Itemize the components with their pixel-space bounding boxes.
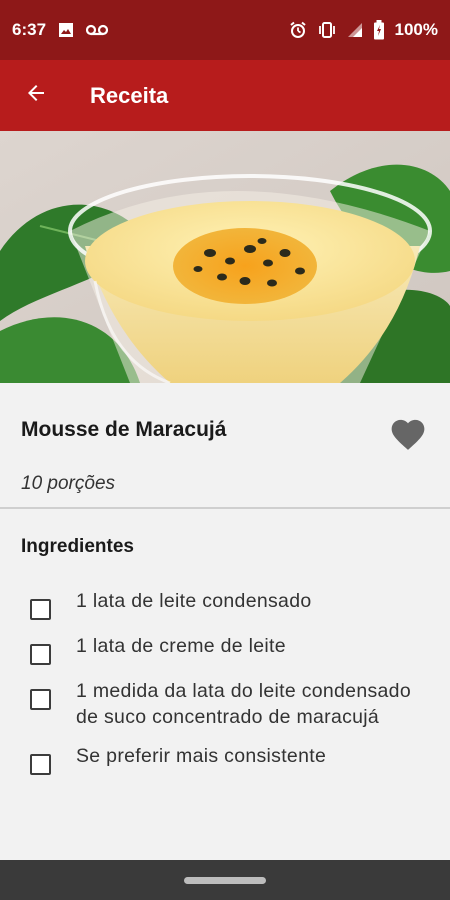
ingredient-label: 1 lata de creme de leite xyxy=(76,635,286,657)
recipe-title: Mousse de Maracujá xyxy=(21,418,227,441)
ingredient-checkbox[interactable] xyxy=(30,754,51,775)
ingredient-label: 1 medida da lata do leite condensado de … xyxy=(76,680,411,728)
favorite-button[interactable] xyxy=(386,414,430,456)
back-button[interactable] xyxy=(0,60,72,131)
recipe-image xyxy=(0,131,450,383)
arrow-back-icon xyxy=(24,81,48,110)
heart-icon xyxy=(388,415,428,456)
battery-icon xyxy=(373,20,385,40)
battery-percent: 100% xyxy=(394,20,438,39)
ingredient-checkbox[interactable] xyxy=(30,599,51,620)
status-bar: 6:37 100% xyxy=(0,0,450,60)
ingredient-label: Se preferir mais consistente xyxy=(76,745,327,767)
ingredient-checkbox[interactable] xyxy=(30,689,51,710)
servings-text: 10 porções xyxy=(21,473,116,494)
system-nav-bar xyxy=(0,860,450,900)
vibrate-icon xyxy=(317,21,337,39)
app-bar: Receita xyxy=(0,60,450,131)
image-icon xyxy=(58,22,74,38)
page-title: Receita xyxy=(90,82,169,108)
list-item: Se preferir mais consistente xyxy=(0,743,450,775)
ingredients-heading: Ingredientes xyxy=(21,536,134,557)
list-item: 1 lata de creme de leite xyxy=(0,633,450,665)
status-time: 6:37 xyxy=(12,20,47,39)
ingredient-checkbox[interactable] xyxy=(30,644,51,665)
alarm-icon xyxy=(289,21,307,39)
ingredients-list: 1 lata de leite condensado 1 lata de cre… xyxy=(0,588,450,790)
app-screen: 6:37 100% Receita Mousse de Maracujá 10 … xyxy=(0,0,450,900)
divider xyxy=(0,507,450,509)
list-item: 1 medida da lata do leite condensado de … xyxy=(0,678,450,730)
home-gesture-handle[interactable] xyxy=(184,876,266,884)
signal-icon xyxy=(347,22,363,38)
voicemail-icon xyxy=(86,23,109,37)
list-item: 1 lata de leite condensado xyxy=(0,588,450,620)
ingredient-label: 1 lata de leite condensado xyxy=(76,590,312,612)
